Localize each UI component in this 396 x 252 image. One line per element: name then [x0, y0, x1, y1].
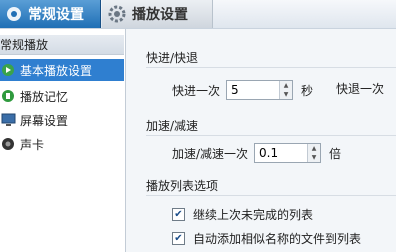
section-title-playlist: 播放列表选项	[146, 179, 219, 193]
checkbox-auto-add[interactable]: ✔	[172, 232, 185, 245]
sidebar-item-sound-card[interactable]: 声卡	[0, 133, 124, 155]
tab-bar: 常规设置 播放设置	[0, 0, 396, 29]
backward-row: 快退一次	[336, 80, 384, 97]
sidebar-item-basic-playback[interactable]: 基本播放设置	[0, 59, 124, 81]
gear-icon	[108, 5, 126, 23]
sidebar-item-label: 播放记忆	[20, 89, 69, 104]
stepper-down-icon[interactable]: ▼	[280, 90, 293, 99]
settings-icon	[6, 6, 22, 22]
tab-label: 常规设置	[28, 7, 84, 23]
forward-unit: 秒	[301, 83, 314, 98]
monitor-icon	[0, 113, 16, 127]
forward-label: 快进一次	[172, 83, 221, 98]
sidebar-item-label: 声卡	[20, 137, 45, 152]
play-icon	[0, 63, 16, 77]
backward-label: 快退一次	[336, 82, 385, 96]
settings-panel: 快进/快退 快进一次 ▲ ▼ 秒 快退一次 加速/减速 加速/减速一次 ▲ ▼ …	[126, 29, 396, 252]
speed-input[interactable]	[255, 144, 308, 162]
forward-input[interactable]	[227, 81, 280, 99]
sidebar-item-screen-settings[interactable]: 屏幕设置	[0, 109, 124, 131]
checkbox-label: 自动添加相似名称的文件到列表	[193, 232, 362, 246]
stepper-down-icon[interactable]: ▼	[308, 153, 321, 162]
speed-label: 加速/减速一次	[172, 146, 249, 161]
tab-general-settings[interactable]: 常规设置	[0, 0, 101, 28]
forward-row: 快进一次 ▲ ▼ 秒	[172, 80, 313, 100]
checkbox-label: 继续上次未完成的列表	[193, 208, 314, 222]
speed-unit: 倍	[329, 146, 342, 161]
tab-playback-settings[interactable]: 播放设置	[102, 0, 213, 28]
tab-label: 播放设置	[132, 7, 188, 23]
section-title-speed: 加速/减速	[146, 119, 199, 133]
checkbox-continue[interactable]: ✔	[172, 208, 185, 221]
sidebar-item-playback-memory[interactable]: 播放记忆	[0, 85, 124, 107]
speed-row: 加速/减速一次 ▲ ▼ 倍	[172, 143, 341, 163]
sidebar: 常规播放 基本播放设置 播放记忆 屏幕设置 声卡	[0, 29, 126, 252]
divider	[146, 67, 396, 68]
divider	[146, 195, 396, 196]
speaker-icon	[0, 137, 16, 151]
record-icon	[0, 89, 16, 103]
stepper-up-icon[interactable]: ▲	[280, 81, 293, 90]
sidebar-item-label: 基本播放设置	[20, 63, 93, 78]
sidebar-header: 常规播放	[0, 35, 124, 55]
stepper-up-icon[interactable]: ▲	[308, 144, 321, 153]
divider	[146, 135, 396, 136]
playlist-option-auto-add[interactable]: ✔ 自动添加相似名称的文件到列表	[172, 230, 361, 247]
section-title-fast-seek: 快进/快退	[146, 51, 199, 65]
playlist-option-continue[interactable]: ✔ 继续上次未完成的列表	[172, 206, 313, 223]
sidebar-item-label: 屏幕设置	[20, 113, 69, 128]
speed-stepper[interactable]: ▲ ▼	[254, 143, 322, 163]
forward-stepper[interactable]: ▲ ▼	[226, 80, 294, 100]
